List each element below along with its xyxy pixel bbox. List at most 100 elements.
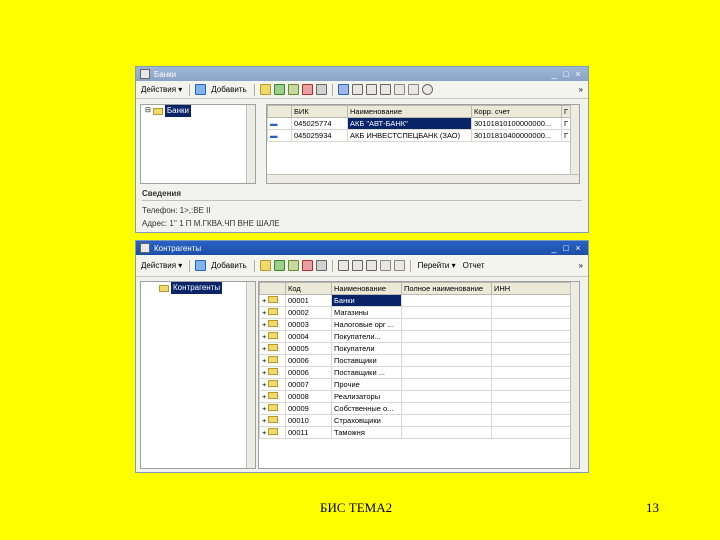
cell-name: Покупатели... (331, 330, 402, 343)
tree-vertical-scrollbar[interactable] (246, 105, 255, 183)
add-button[interactable]: Добавить (209, 85, 248, 94)
cell-account: 30101810100000000... (471, 117, 562, 130)
row-expand-icon[interactable]: + (259, 390, 286, 403)
refresh-icon[interactable] (421, 84, 433, 95)
folder-icon (268, 368, 279, 375)
toolbar-separator (331, 83, 333, 96)
folder-add-icon[interactable] (259, 260, 271, 271)
close-button[interactable]: × (572, 68, 584, 80)
table-row[interactable]: + 00006 Поставщики (259, 354, 572, 367)
actions-menu[interactable]: Действия ▾ (139, 85, 184, 94)
row-expand-icon[interactable]: + (259, 366, 286, 379)
row-expand-icon[interactable]: + (259, 354, 286, 367)
folder-icon (268, 332, 279, 339)
copy-icon[interactable] (273, 260, 285, 271)
actions-menu[interactable]: Действия ▾ (139, 261, 184, 270)
table-vertical-scrollbar[interactable] (570, 105, 579, 174)
contractors-titlebar[interactable]: Контрагенты _ □ × (136, 241, 588, 255)
folder-icon (268, 392, 279, 399)
list-icon[interactable] (365, 260, 377, 271)
edit-icon[interactable] (287, 260, 299, 271)
tree-item-label: Банки (164, 105, 191, 117)
cell-code: 00001 (285, 294, 332, 307)
table-horizontal-scrollbar[interactable] (267, 174, 579, 183)
row-expand-icon[interactable]: + (259, 294, 286, 307)
edit-icon[interactable] (287, 84, 299, 95)
tree-item-banks[interactable]: ⊟ Банки (141, 105, 255, 117)
report-button[interactable]: Отчет (461, 261, 487, 270)
folder-icon (268, 380, 279, 387)
table-row[interactable]: + 00007 Прочие (259, 378, 572, 391)
filter-icon[interactable] (379, 260, 391, 271)
row-expand-icon[interactable]: + (259, 342, 286, 355)
table-row[interactable]: + 00001 Банки (259, 294, 572, 307)
column-header-inn[interactable]: ИНН (491, 282, 572, 295)
table-vertical-scrollbar[interactable] (570, 282, 579, 468)
contractors-table-pane: Код Наименование Полное наименование ИНН… (258, 281, 580, 469)
folder-icon (268, 296, 279, 303)
table-header: БИК Наименование Корр. счет Г (267, 105, 572, 118)
column-header-name[interactable]: Наименование (347, 105, 472, 118)
row-expand-icon[interactable]: + (259, 378, 286, 391)
table-row[interactable]: + 00010 Страховщики (259, 414, 572, 427)
row-expand-icon[interactable]: + (259, 306, 286, 319)
filter-off-icon[interactable] (407, 84, 419, 95)
table-row[interactable]: ▬ 045025774 АКБ "АВТ-БАНК" 3010181010000… (267, 117, 572, 130)
list-icon[interactable] (379, 84, 391, 95)
cell-name: Магазины (331, 306, 402, 319)
column-header-full-name[interactable]: Полное наименование (401, 282, 492, 295)
tree-vertical-scrollbar[interactable] (246, 282, 255, 468)
row-expand-icon[interactable]: + (259, 426, 286, 439)
table-row[interactable]: + 00004 Покупатели... (259, 330, 572, 343)
goto-menu[interactable]: Перейти ▾ (416, 261, 458, 270)
column-header-bik[interactable]: БИК (291, 105, 348, 118)
up-level-icon[interactable] (351, 84, 363, 95)
column-header-code[interactable]: Код (285, 282, 332, 295)
banks-table-pane: БИК Наименование Корр. счет Г ▬ 04502577… (266, 104, 580, 184)
table-row[interactable]: + 00003 Налоговые орг ... (259, 318, 572, 331)
row-expand-icon[interactable]: + (259, 330, 286, 343)
mark-icon[interactable] (315, 84, 327, 95)
table-row[interactable]: ▬ 045025934 АКБ ИНВЕСТСПЕЦБАНК (ЗАО) 301… (267, 129, 572, 142)
banks-window-title: Банки (154, 69, 177, 79)
table-row[interactable]: + 00011 Таможня (259, 426, 572, 439)
filter-off-icon[interactable] (393, 260, 405, 271)
toolbar-more-button[interactable]: » (577, 261, 585, 270)
tree-item-contractors[interactable]: Контрагенты (141, 282, 255, 294)
collapse-icon[interactable]: ⊟ (145, 105, 151, 117)
table-row[interactable]: + 00006 Поставщики ... (259, 366, 572, 379)
column-header-name[interactable]: Наименование (331, 282, 402, 295)
table-row[interactable]: + 00008 Реализаторы (259, 390, 572, 403)
folder-add-icon[interactable] (259, 84, 271, 95)
tree-icon[interactable] (365, 84, 377, 95)
row-expand-icon[interactable]: + (259, 318, 286, 331)
banks-titlebar[interactable]: Банки _ □ × (136, 67, 588, 81)
row-expand-icon[interactable]: + (259, 414, 286, 427)
table-row[interactable]: + 00005 Покупатели (259, 342, 572, 355)
table-row[interactable]: + 00002 Магазины (259, 306, 572, 319)
toolbar-separator (189, 259, 191, 272)
maximize-button[interactable]: □ (560, 242, 572, 254)
column-header-account[interactable]: Корр. счет (471, 105, 562, 118)
cell-name: Покупатели (331, 342, 402, 355)
toolbar-separator (253, 259, 255, 272)
folder-icon (152, 107, 163, 115)
table-row[interactable]: + 00009 Собственные о... (259, 402, 572, 415)
delete-icon[interactable] (301, 260, 313, 271)
row-expand-icon[interactable]: + (259, 402, 286, 415)
tree-icon[interactable] (351, 260, 363, 271)
hierarchy-icon[interactable] (337, 84, 349, 95)
minimize-button[interactable]: _ (548, 68, 560, 80)
filter-icon[interactable] (393, 84, 405, 95)
close-button[interactable]: × (572, 242, 584, 254)
maximize-button[interactable]: □ (560, 68, 572, 80)
toolbar-more-button[interactable]: » (577, 85, 585, 94)
add-button[interactable]: Добавить (209, 261, 248, 270)
minimize-button[interactable]: _ (548, 242, 560, 254)
delete-icon[interactable] (301, 84, 313, 95)
up-level-icon[interactable] (337, 260, 349, 271)
row-icon: ▬ (267, 129, 292, 142)
folder-icon (268, 416, 279, 423)
mark-icon[interactable] (315, 260, 327, 271)
copy-icon[interactable] (273, 84, 285, 95)
